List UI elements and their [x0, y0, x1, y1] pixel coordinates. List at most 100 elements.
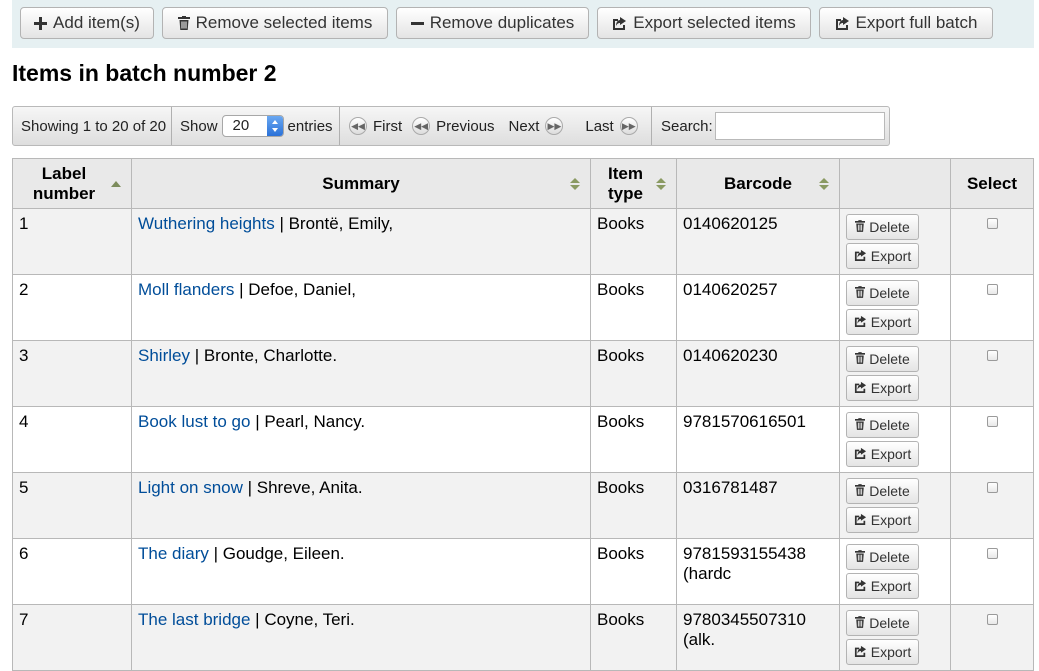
- title-link[interactable]: Wuthering heights: [138, 214, 275, 233]
- last-page-label: Last: [585, 117, 614, 135]
- column-header-label-number[interactable]: Label number: [12, 158, 132, 209]
- remove-duplicates-label: Remove duplicates: [429, 13, 575, 32]
- author-text: | Coyne, Teri.: [250, 610, 355, 629]
- plus-icon: [34, 16, 48, 30]
- last-page-icon: ▶▶: [619, 117, 638, 135]
- last-page-button[interactable]: Last ▶▶: [585, 117, 638, 135]
- table-row: 5 Light on snow | Shreve, Anita. Books 0316…: [12, 472, 1034, 539]
- item-type-cell: Books: [590, 274, 677, 341]
- barcode-cell: 0316781487: [676, 472, 840, 539]
- page-size-control: Show 20 entries: [180, 107, 333, 145]
- delete-button[interactable]: Delete: [846, 544, 919, 570]
- label-number-cell: 2: [12, 274, 132, 341]
- export-selected-button[interactable]: Export selected items: [597, 7, 811, 39]
- divider: [171, 107, 172, 145]
- actions-cell: Delete Export: [839, 406, 951, 473]
- sort-both-icon: [656, 177, 666, 190]
- summary-cell: Light on snow | Shreve, Anita.: [131, 472, 591, 539]
- barcode-cell: 9780345507310 (alk.: [676, 604, 840, 671]
- label-number: 4: [19, 412, 29, 431]
- barcode-cell: 0140620257: [676, 274, 840, 341]
- table-row: 1 Wuthering heights | Brontë, Emily, Books…: [12, 208, 1034, 275]
- column-header-summary[interactable]: Summary: [131, 158, 591, 209]
- page-size-select[interactable]: 20: [221, 115, 284, 137]
- add-items-button[interactable]: Add item(s): [20, 7, 154, 39]
- item-type: Books: [597, 610, 645, 629]
- label-number-cell: 3: [12, 340, 132, 407]
- export-button[interactable]: Export: [846, 639, 919, 665]
- delete-label: Delete: [869, 417, 910, 433]
- select-checkbox[interactable]: [986, 548, 998, 559]
- column-header-barcode[interactable]: Barcode: [676, 158, 840, 209]
- select-checkbox[interactable]: [986, 482, 998, 493]
- remove-selected-button[interactable]: Remove selected items: [162, 7, 388, 39]
- export-button[interactable]: Export: [846, 309, 919, 335]
- label-number-cell: 5: [12, 472, 132, 539]
- summary-cell: The diary | Goudge, Eileen.: [131, 538, 591, 605]
- label-number-header-text: Label number: [32, 163, 96, 203]
- delete-button[interactable]: Delete: [846, 346, 919, 372]
- select-checkbox[interactable]: [986, 218, 998, 229]
- select-checkbox[interactable]: [986, 416, 998, 427]
- item-type: Books: [597, 412, 645, 431]
- next-page-icon: ▶▶: [545, 117, 564, 135]
- delete-button[interactable]: Delete: [846, 412, 919, 438]
- first-page-icon: ◀◀: [349, 117, 367, 135]
- title-link[interactable]: Light on snow: [138, 478, 243, 497]
- title-link[interactable]: The diary: [138, 544, 209, 563]
- export-button[interactable]: Export: [846, 243, 919, 269]
- remove-selected-label: Remove selected items: [195, 13, 373, 32]
- table-header-row: Label number Summary Item type Barcode S…: [12, 158, 1034, 209]
- delete-button[interactable]: Delete: [846, 610, 919, 636]
- select-checkbox[interactable]: [986, 284, 998, 295]
- actions-cell: Delete Export: [839, 208, 951, 275]
- export-full-batch-label: Export full batch: [855, 13, 978, 32]
- export-label: Export: [870, 512, 912, 528]
- title-link[interactable]: Shirley: [138, 346, 190, 365]
- first-page-button[interactable]: ◀◀ First: [349, 117, 402, 135]
- item-type: Books: [597, 280, 645, 299]
- title-link[interactable]: The last bridge: [138, 610, 250, 629]
- label-number: 5: [19, 478, 29, 497]
- export-button[interactable]: Export: [846, 573, 919, 599]
- item-type-cell: Books: [590, 472, 677, 539]
- delete-button[interactable]: Delete: [846, 214, 919, 240]
- label-number-cell: 4: [12, 406, 132, 473]
- next-page-label: Next: [508, 117, 540, 135]
- export-full-batch-button[interactable]: Export full batch: [819, 7, 993, 39]
- table-info: Showing 1 to 20 of 20: [21, 107, 166, 145]
- export-button[interactable]: Export: [846, 507, 919, 533]
- next-page-button[interactable]: Next ▶▶: [509, 117, 564, 135]
- column-header-item-type[interactable]: Item type: [590, 158, 677, 209]
- previous-page-button[interactable]: ◀◀ Previous: [412, 117, 495, 135]
- delete-button[interactable]: Delete: [846, 280, 919, 306]
- select-cell: [950, 208, 1034, 275]
- author-text: | Goudge, Eileen.: [208, 544, 345, 563]
- export-icon: [854, 512, 867, 528]
- export-button[interactable]: Export: [846, 375, 919, 401]
- delete-label: Delete: [869, 351, 910, 367]
- barcode-cell: 0140620125: [676, 208, 840, 275]
- trash-icon: [855, 351, 866, 367]
- select-checkbox[interactable]: [986, 350, 998, 361]
- export-button[interactable]: Export: [846, 441, 919, 467]
- select-checkbox[interactable]: [986, 614, 998, 625]
- items-table: Label number Summary Item type Barcode S…: [12, 158, 1034, 671]
- delete-label: Delete: [869, 219, 910, 235]
- title-link[interactable]: Book lust to go: [138, 412, 250, 431]
- delete-button[interactable]: Delete: [846, 478, 919, 504]
- export-label: Export: [870, 314, 912, 330]
- column-header-select: Select: [950, 158, 1034, 209]
- delete-label: Delete: [869, 285, 910, 301]
- export-icon: [835, 17, 849, 30]
- barcode: 0140620230: [683, 346, 778, 365]
- sort-both-icon: [819, 177, 829, 190]
- trash-icon: [855, 549, 866, 565]
- search-label: Search:: [661, 117, 713, 135]
- remove-duplicates-button[interactable]: Remove duplicates: [396, 7, 589, 39]
- trash-icon: [855, 615, 866, 631]
- export-icon: [854, 446, 867, 462]
- search-input[interactable]: [714, 112, 885, 140]
- title-link[interactable]: Moll flanders: [138, 280, 234, 299]
- export-label: Export: [870, 446, 912, 462]
